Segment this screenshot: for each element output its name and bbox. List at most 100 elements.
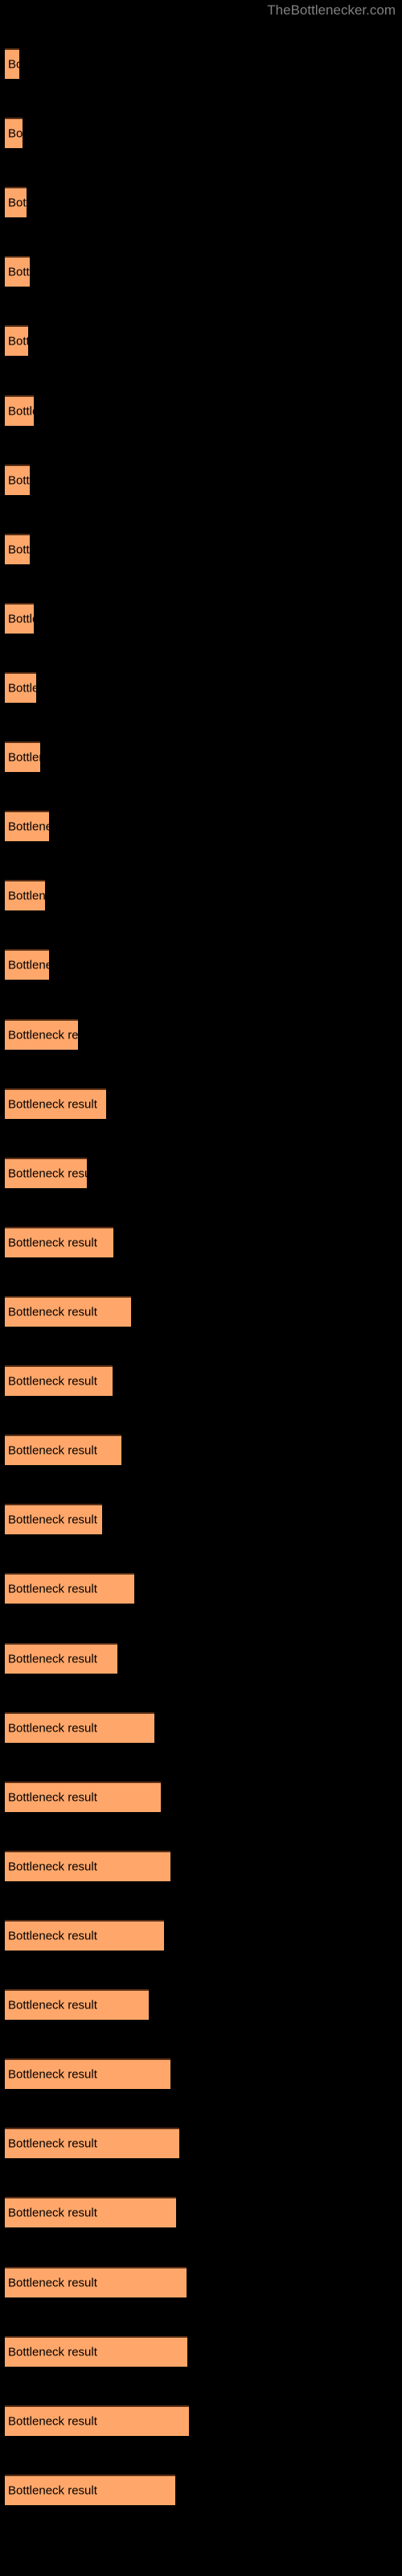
bar[interactable]: Bottleneck result: [5, 2058, 170, 2089]
bar-label: Bottleneck result: [8, 1582, 97, 1596]
bar-row: Bottleneck result: [0, 1227, 402, 1257]
bar-row: Bottleneck result: [0, 1573, 402, 1604]
bar-row: Bottleneck result: [0, 1643, 402, 1674]
bar[interactable]: Bottleneck result: [5, 949, 49, 980]
bar[interactable]: Bottleneck result: [5, 811, 49, 841]
bar-row: Bottleneck result: [0, 1088, 402, 1119]
bar-label: Bottleneck result: [8, 1374, 97, 1389]
bottleneck-bar-chart: Bottleneck result Bottleneck result Bottle…: [0, 0, 402, 2576]
bar-label: Bottleneck result: [8, 889, 45, 903]
bar[interactable]: Bottleneck result: [5, 1227, 113, 1257]
bar[interactable]: Bottleneck result: [5, 1296, 131, 1327]
bar-row: Bottleneck result: [0, 2405, 402, 2436]
bar-label: Bottleneck result: [8, 543, 30, 557]
bar-label: Bottleneck result: [8, 1028, 78, 1042]
bar-row: Bottleneck result: [0, 1851, 402, 1881]
bar[interactable]: Bottleneck result: [5, 2405, 189, 2436]
bar[interactable]: Bottleneck result: [5, 1643, 117, 1674]
bar-row: Bottleneck result: [0, 2267, 402, 2297]
bar[interactable]: Bottleneck result: [5, 325, 28, 356]
bar-label: Bottleneck result: [8, 1443, 97, 1458]
bar-label: Bottleneck result: [8, 1790, 97, 1805]
bar-row: Bottleneck result: [0, 1781, 402, 1812]
bar-row: Bottleneck result: [0, 949, 402, 980]
bar-label: Bottleneck result: [8, 334, 28, 349]
bar-label: Bottleneck result: [8, 2345, 97, 2359]
bar-row: Bottleneck result: [0, 880, 402, 910]
bar-row: Bottleneck result: [0, 1365, 402, 1396]
bar-row: Bottleneck result: [0, 1435, 402, 1465]
bar[interactable]: Bottleneck result: [5, 48, 19, 79]
bar[interactable]: Bottleneck result: [5, 1573, 134, 1604]
bar-row: Bottleneck result: [0, 2128, 402, 2158]
bar-label: Bottleneck result: [8, 57, 19, 72]
bar[interactable]: Bottleneck result: [5, 1019, 78, 1050]
bar-label: Bottleneck result: [8, 196, 27, 210]
bar-row: Bottleneck result: [0, 187, 402, 217]
bar[interactable]: Bottleneck result: [5, 534, 30, 564]
bar-row: Bottleneck result: [0, 603, 402, 634]
bar-row: Bottleneck result: [0, 1712, 402, 1743]
bar[interactable]: Bottleneck result: [5, 2128, 179, 2158]
bar-row: Bottleneck result: [0, 1989, 402, 2020]
bar-row: Bottleneck result: [0, 256, 402, 287]
bar-label: Bottleneck result: [8, 2414, 97, 2429]
bar-row: Bottleneck result: [0, 1920, 402, 1951]
bar-label: Bottleneck result: [8, 958, 49, 972]
bar[interactable]: Bottleneck result: [5, 880, 45, 910]
bar-label: Bottleneck result: [8, 126, 23, 141]
bar[interactable]: Bottleneck result: [5, 1920, 164, 1951]
bar[interactable]: Bottleneck result: [5, 187, 27, 217]
bar-label: Bottleneck result: [8, 681, 36, 696]
bar-row: Bottleneck result: [0, 811, 402, 841]
bar-label: Bottleneck result: [8, 1513, 97, 1527]
bar[interactable]: Bottleneck result: [5, 2267, 187, 2297]
bar[interactable]: Bottleneck result: [5, 1088, 106, 1119]
bar[interactable]: Bottleneck result: [5, 256, 30, 287]
bar-row: Bottleneck result: [0, 464, 402, 495]
bar[interactable]: Bottleneck result: [5, 1158, 87, 1188]
bar-label: Bottleneck result: [8, 1860, 97, 1874]
bar-row: Bottleneck result: [0, 741, 402, 772]
bar[interactable]: Bottleneck result: [5, 118, 23, 148]
bar[interactable]: Bottleneck result: [5, 1712, 154, 1743]
bar-row: Bottleneck result: [0, 1504, 402, 1534]
bar[interactable]: Bottleneck result: [5, 741, 40, 772]
bar[interactable]: Bottleneck result: [5, 464, 30, 495]
bar-label: Bottleneck result: [8, 1929, 97, 1943]
bar-row: Bottleneck result: [0, 118, 402, 148]
bar-label: Bottleneck result: [8, 1166, 87, 1181]
bar[interactable]: Bottleneck result: [5, 672, 36, 703]
bar[interactable]: Bottleneck result: [5, 1851, 170, 1881]
bar-row: Bottleneck result: [0, 48, 402, 79]
bar-label: Bottleneck result: [8, 612, 34, 626]
bar-row: Bottleneck result: [0, 1019, 402, 1050]
bar-label: Bottleneck result: [8, 473, 30, 488]
bar-label: Bottleneck result: [8, 2276, 97, 2290]
bar[interactable]: Bottleneck result: [5, 2197, 176, 2227]
bar-row: Bottleneck result: [0, 1296, 402, 1327]
bar-label: Bottleneck result: [8, 1305, 97, 1319]
bar-row: Bottleneck result: [0, 325, 402, 356]
bar-row: Bottleneck result: [0, 2475, 402, 2505]
bar-label: Bottleneck result: [8, 2206, 97, 2220]
bar-label: Bottleneck result: [8, 2136, 97, 2151]
bar[interactable]: Bottleneck result: [5, 1365, 113, 1396]
bar-label: Bottleneck result: [8, 750, 40, 765]
bar-label: Bottleneck result: [8, 1998, 97, 2013]
bar[interactable]: Bottleneck result: [5, 603, 34, 634]
bar[interactable]: Bottleneck result: [5, 2336, 187, 2367]
bar[interactable]: Bottleneck result: [5, 1435, 121, 1465]
bar-label: Bottleneck result: [8, 1652, 97, 1666]
bar[interactable]: Bottleneck result: [5, 2475, 175, 2505]
bar-row: Bottleneck result: [0, 2197, 402, 2227]
bar[interactable]: Bottleneck result: [5, 1781, 161, 1812]
bar-row: Bottleneck result: [0, 1158, 402, 1188]
bar-row: Bottleneck result: [0, 2058, 402, 2089]
bar[interactable]: Bottleneck result: [5, 1504, 102, 1534]
bar[interactable]: Bottleneck result: [5, 395, 34, 426]
bar-label: Bottleneck result: [8, 1097, 97, 1112]
bar-row: Bottleneck result: [0, 534, 402, 564]
bar[interactable]: Bottleneck result: [5, 1989, 149, 2020]
bar-label: Bottleneck result: [8, 2483, 97, 2498]
